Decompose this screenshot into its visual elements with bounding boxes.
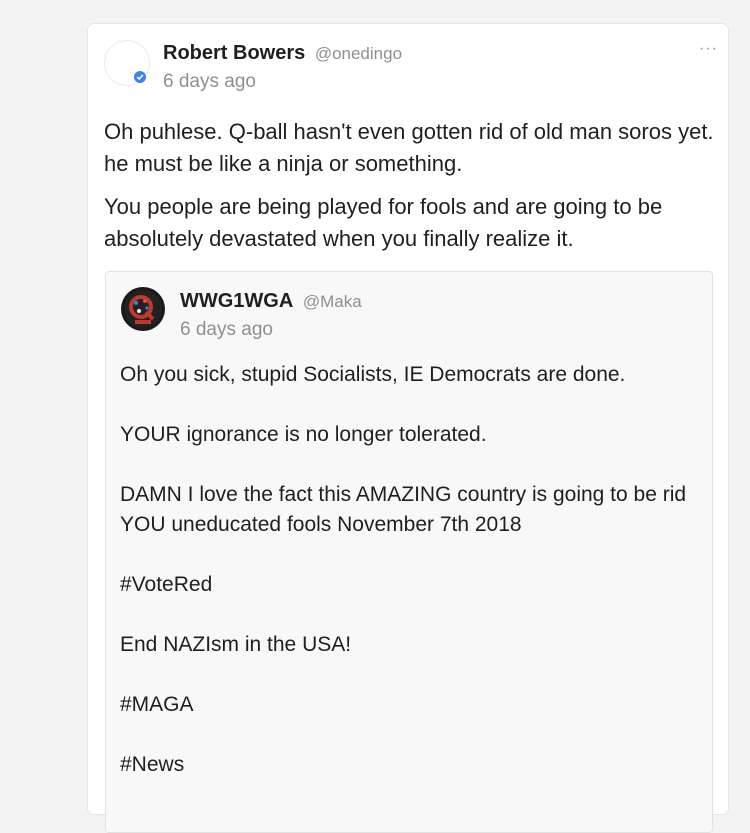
quoted-line: DAMN I love the fact this AMAZING countr… [120,483,687,536]
quoted-line: Oh you sick, stupid Socialists, IE Democ… [120,363,626,386]
quoted-line: YOUR ignorance is no longer tolerated. [120,423,487,446]
quoted-line: #VoteRed [120,573,213,596]
quoted-body: Oh you sick, stupid Socialists, IE Democ… [120,360,700,810]
author-line: Robert Bowers @onedingo [163,41,402,66]
quoted-line: #MAGA [120,693,194,716]
quoted-line: #News [120,753,185,776]
quoted-author-line: WWG1WGA @Maka [180,289,362,314]
quoted-author-avatar[interactable] [120,286,166,332]
author-handle[interactable]: @onedingo [315,44,402,63]
verified-badge-icon [132,69,148,85]
quoted-timestamp[interactable]: 6 days ago [180,318,273,342]
quoted-author-name[interactable]: WWG1WGA [180,290,293,312]
quoted-line: End NAZIsm in the USA! [120,633,352,656]
post-body: Oh puhlese. Q-ball hasn't even gotten ri… [104,116,714,266]
author-name[interactable]: Robert Bowers [163,42,305,64]
quoted-author-handle[interactable]: @Maka [303,292,362,311]
quoted-post[interactable]: WWG1WGA @Maka 6 days ago Oh you sick, st… [105,271,713,833]
post-paragraph: You people are being played for fools an… [104,194,663,251]
post-timestamp[interactable]: 6 days ago [163,70,256,94]
more-options-icon[interactable]: ··· [699,40,718,58]
post-card: Robert Bowers @onedingo 6 days ago ··· O… [88,24,728,833]
post-paragraph: Oh puhlese. Q-ball hasn't even gotten ri… [104,119,714,176]
